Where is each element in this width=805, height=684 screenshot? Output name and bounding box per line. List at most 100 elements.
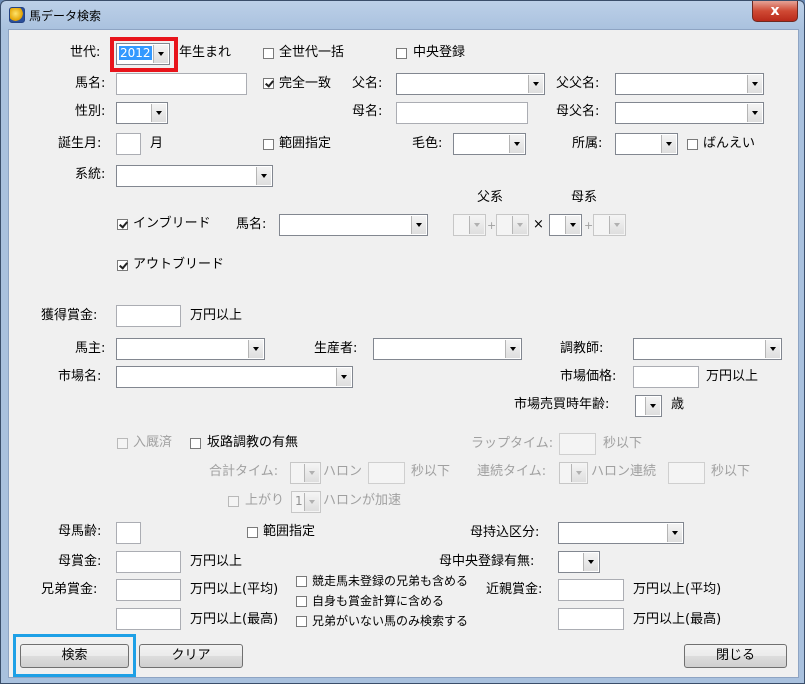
sibling-max-input[interactable] bbox=[116, 608, 181, 630]
relatives-avg-input[interactable] bbox=[558, 579, 624, 601]
dam-input[interactable] bbox=[396, 102, 528, 124]
maternal-gen2-select[interactable] bbox=[593, 214, 626, 236]
chevron-down-icon[interactable] bbox=[256, 167, 271, 185]
dam-range-checkbox[interactable] bbox=[247, 527, 258, 538]
all-generations-label: 全世代一括 bbox=[279, 45, 345, 60]
chevron-down-icon[interactable] bbox=[411, 216, 426, 234]
breeder-label: 生産者: bbox=[314, 341, 358, 356]
affiliation-label: 所属: bbox=[572, 136, 603, 151]
retired-label: 入厩済 bbox=[133, 435, 173, 450]
inbreed-horse-select[interactable] bbox=[279, 214, 428, 236]
birth-month-input[interactable] bbox=[116, 133, 141, 155]
slope-training-label: 坂路調教の有無 bbox=[207, 435, 299, 450]
central-registration-checkbox[interactable] bbox=[396, 48, 407, 59]
cross-symbol: × bbox=[533, 217, 544, 232]
paternal-gen2-select[interactable] bbox=[496, 214, 529, 236]
sibling-opt3-label: 兄弟がいない馬のみ検索する bbox=[312, 614, 469, 628]
sire-select[interactable] bbox=[396, 73, 545, 95]
relatives-earnings-label: 近親賞金: bbox=[486, 582, 543, 597]
chevron-down-icon[interactable] bbox=[336, 368, 351, 386]
chevron-down-icon[interactable] bbox=[747, 104, 762, 122]
maternal-gen1-select[interactable] bbox=[549, 214, 582, 236]
chevron-down-icon[interactable] bbox=[583, 553, 598, 571]
dam-import-label: 母持込区分: bbox=[470, 525, 540, 540]
agari-select[interactable]: 1 bbox=[291, 491, 321, 513]
outbreed-checkbox[interactable] bbox=[117, 260, 128, 271]
paternal-header: 父系 bbox=[477, 190, 504, 205]
sibling-max-unit: 万円以上(最高) bbox=[190, 612, 279, 627]
chevron-down-icon[interactable] bbox=[765, 340, 780, 358]
dam-age-input[interactable] bbox=[116, 522, 141, 544]
banei-checkbox[interactable] bbox=[687, 139, 698, 150]
sex-select[interactable] bbox=[116, 102, 168, 124]
plus-symbol-2: + bbox=[584, 219, 594, 232]
sire-label: 父名: bbox=[352, 76, 383, 91]
close-button[interactable]: 閉じる bbox=[684, 644, 787, 668]
chevron-down-icon[interactable] bbox=[512, 216, 527, 234]
market-price-input[interactable] bbox=[633, 366, 699, 388]
chevron-down-icon[interactable] bbox=[667, 524, 682, 542]
paternal-gen1-select[interactable] bbox=[453, 214, 486, 236]
chevron-down-icon[interactable] bbox=[304, 464, 319, 482]
maternal-header: 母系 bbox=[571, 190, 598, 205]
dam-earnings-input[interactable] bbox=[116, 551, 181, 573]
dam-central-label: 母中央登録有無: bbox=[439, 554, 535, 569]
sex-label: 性別: bbox=[75, 104, 106, 119]
agari-checkbox[interactable] bbox=[228, 496, 239, 507]
dam-sire-select[interactable] bbox=[615, 102, 764, 124]
chevron-down-icon[interactable] bbox=[565, 216, 580, 234]
sibling-avg-input[interactable] bbox=[116, 579, 181, 601]
sibling-opt1-checkbox[interactable] bbox=[296, 576, 307, 587]
consecutive-time-input[interactable] bbox=[668, 462, 705, 484]
market-age-select[interactable] bbox=[635, 395, 662, 417]
chevron-down-icon[interactable] bbox=[661, 135, 676, 153]
sire-sire-select[interactable] bbox=[615, 73, 764, 95]
clear-button[interactable]: クリア bbox=[139, 644, 243, 668]
relatives-max-input[interactable] bbox=[558, 608, 624, 630]
chevron-down-icon[interactable] bbox=[509, 135, 524, 153]
affiliation-select[interactable] bbox=[615, 133, 678, 155]
chevron-down-icon[interactable] bbox=[571, 464, 586, 482]
dam-central-select[interactable] bbox=[558, 551, 600, 573]
dialog-client-area: 世代: 2012 年生まれ 全世代一括 中央登録 馬名: 完全一致 父名: 父父… bbox=[8, 29, 799, 678]
lap-time-input[interactable] bbox=[559, 433, 596, 455]
exact-match-checkbox[interactable] bbox=[263, 78, 274, 89]
trainer-select[interactable] bbox=[633, 338, 782, 360]
coat-select[interactable] bbox=[453, 133, 526, 155]
chevron-down-icon[interactable] bbox=[747, 75, 762, 93]
chevron-down-icon[interactable] bbox=[151, 104, 166, 122]
sibling-opt3-checkbox[interactable] bbox=[296, 616, 307, 627]
total-time-furlong-select[interactable] bbox=[290, 462, 321, 484]
sibling-opt2-checkbox[interactable] bbox=[296, 596, 307, 607]
consecutive-furlong-select[interactable] bbox=[559, 462, 588, 484]
retired-checkbox[interactable] bbox=[117, 438, 128, 449]
market-name-select[interactable] bbox=[116, 366, 353, 388]
dam-import-select[interactable] bbox=[558, 522, 684, 544]
owner-select[interactable] bbox=[116, 338, 265, 360]
highlight-generation-box bbox=[110, 37, 178, 72]
market-price-label: 市場価格: bbox=[560, 369, 617, 384]
exact-match-label: 完全一致 bbox=[279, 76, 332, 91]
dam-label: 母名: bbox=[352, 104, 383, 119]
horse-name-input[interactable] bbox=[116, 73, 247, 95]
dam-range-label: 範囲指定 bbox=[263, 524, 316, 539]
chevron-down-icon[interactable] bbox=[304, 493, 319, 511]
breeder-select[interactable] bbox=[373, 338, 522, 360]
title-bar[interactable]: 馬データ検索 x bbox=[1, 1, 804, 29]
earnings-input[interactable] bbox=[116, 305, 181, 327]
owner-label: 馬主: bbox=[75, 341, 106, 356]
inbreed-checkbox[interactable] bbox=[117, 219, 128, 230]
chevron-down-icon[interactable] bbox=[248, 340, 263, 358]
chevron-down-icon[interactable] bbox=[469, 216, 484, 234]
highlight-search-box bbox=[13, 634, 136, 677]
lineage-select[interactable] bbox=[116, 165, 273, 187]
all-generations-checkbox[interactable] bbox=[263, 48, 274, 59]
chevron-down-icon[interactable] bbox=[505, 340, 520, 358]
chevron-down-icon[interactable] bbox=[645, 397, 660, 415]
close-window-button[interactable]: x bbox=[752, 1, 798, 22]
slope-training-checkbox[interactable] bbox=[190, 438, 201, 449]
range-checkbox[interactable] bbox=[263, 139, 274, 150]
total-time-input[interactable] bbox=[368, 462, 405, 484]
chevron-down-icon[interactable] bbox=[528, 75, 543, 93]
chevron-down-icon[interactable] bbox=[609, 216, 624, 234]
